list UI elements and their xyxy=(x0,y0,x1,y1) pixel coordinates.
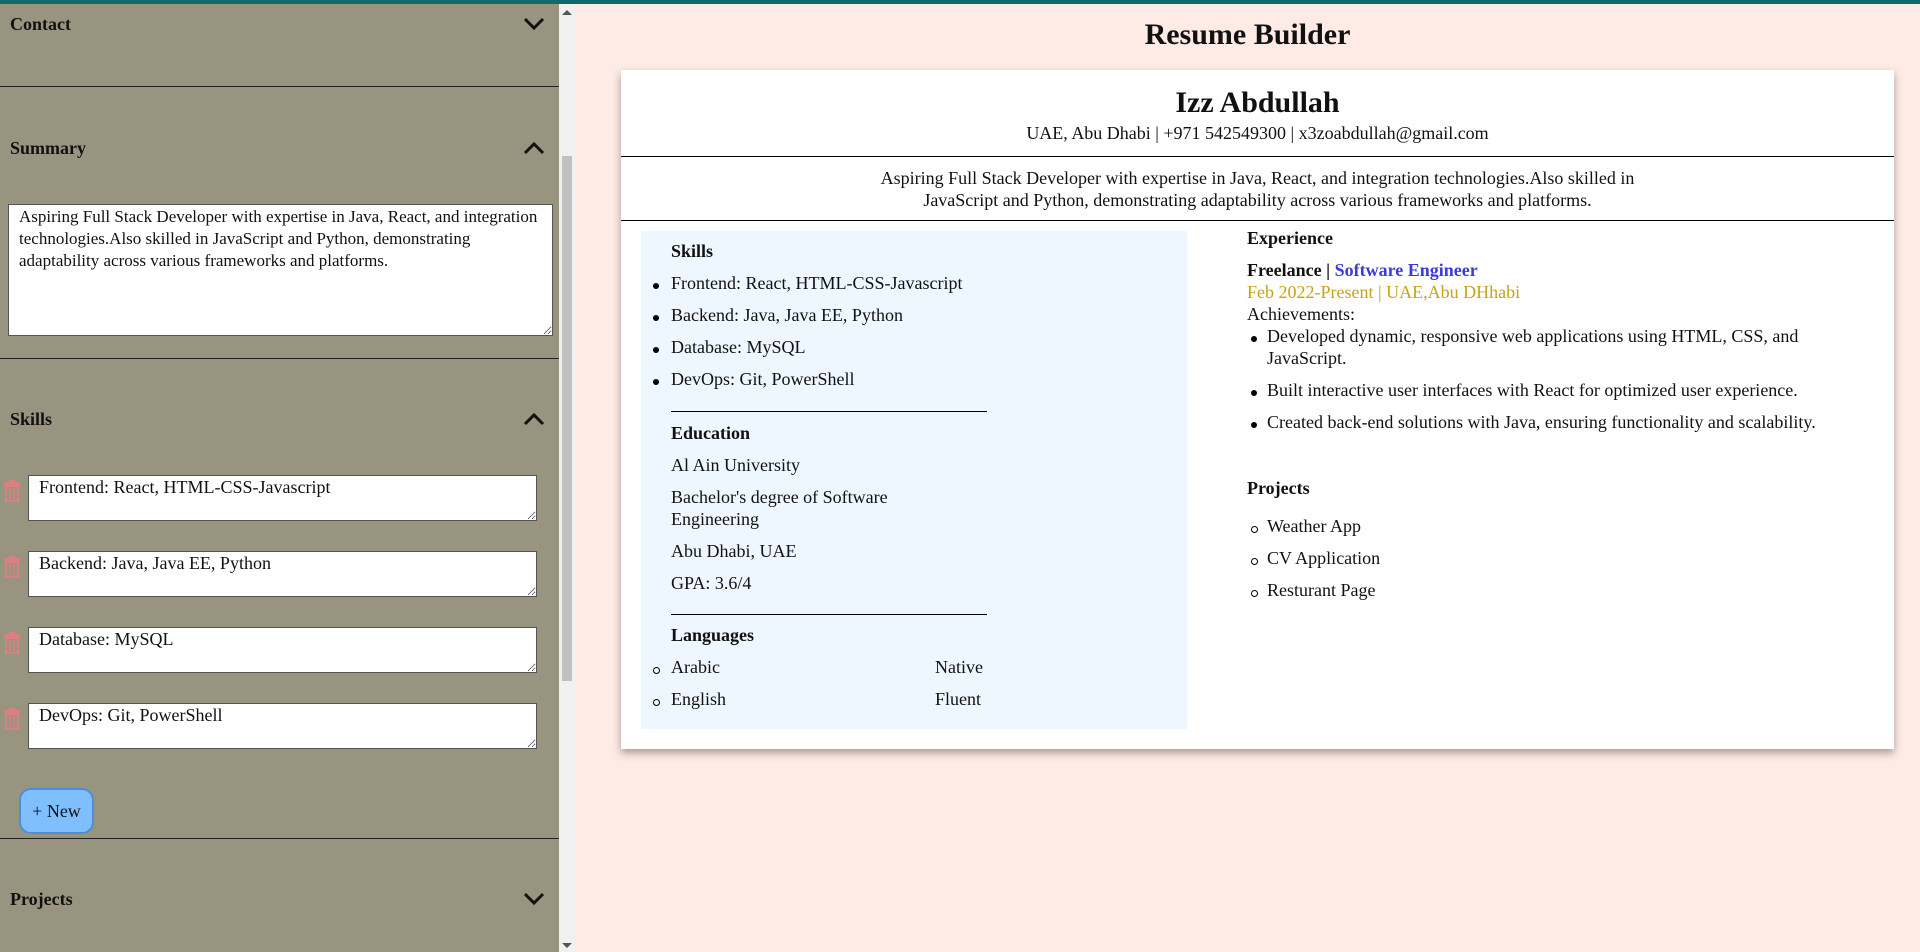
column-divider xyxy=(671,411,987,412)
achievement-item: Created back-end solutions with Java, en… xyxy=(1267,412,1816,432)
language-level: Fluent xyxy=(935,689,982,709)
achievement-item: JavaScript. xyxy=(1267,348,1347,368)
achievement-item: Built interactive user interfaces with R… xyxy=(1267,380,1798,400)
education-school: Al Ain University xyxy=(671,455,800,475)
editor-sidebar: Contact Summary Aspiring Full Stack Deve… xyxy=(0,4,559,952)
resume-skill-item: DevOps: Git, PowerShell xyxy=(671,369,855,389)
section-title-skills: Skills xyxy=(10,408,53,429)
sidebar-scrollbar[interactable] xyxy=(559,4,575,952)
project-item: Weather App xyxy=(1267,516,1362,536)
circle-bullet-icon xyxy=(653,699,660,706)
section-divider xyxy=(0,838,559,839)
language-level: Native xyxy=(935,657,983,677)
bullet-icon xyxy=(1251,390,1257,396)
trash-icon[interactable] xyxy=(3,632,21,654)
education-degree: Bachelor's degree of Software xyxy=(671,487,888,507)
section-divider xyxy=(0,86,559,87)
section-header-summary[interactable]: Summary xyxy=(0,128,559,168)
section-header-skills[interactable]: Skills xyxy=(0,399,559,439)
resume-left-column: Skills Frontend: React, HTML-CSS-Javascr… xyxy=(641,231,1187,729)
bullet-icon xyxy=(653,315,659,321)
education-gpa: GPA: 3.6/4 xyxy=(671,573,752,593)
page-title: Resume Builder xyxy=(1144,18,1351,51)
chevron-up-icon[interactable] xyxy=(521,138,547,158)
scrollbar-thumb[interactable] xyxy=(562,156,572,681)
education-heading: Education xyxy=(671,423,751,443)
education-degree: Engineering xyxy=(671,509,759,529)
projects-heading: Projects xyxy=(1247,478,1310,498)
resume-skill-item: Backend: Java, Java EE, Python xyxy=(671,305,903,325)
resume-summary-line: Aspiring Full Stack Developer with exper… xyxy=(880,168,1635,188)
bullet-icon xyxy=(653,379,659,385)
column-divider xyxy=(671,614,987,615)
resume-divider xyxy=(621,220,1894,221)
skill-input[interactable]: DevOps: Git, PowerShell xyxy=(28,703,537,749)
skill-row: Backend: Java, Java EE, Python xyxy=(0,551,559,597)
experience-dates: Feb 2022-Present | UAE,Abu DHhabi xyxy=(1247,282,1521,302)
summary-textarea[interactable]: Aspiring Full Stack Developer with exper… xyxy=(8,204,553,336)
skill-row: Database: MySQL xyxy=(0,627,559,673)
skill-input[interactable]: Backend: Java, Java EE, Python xyxy=(28,551,537,597)
scroll-up-arrow-icon[interactable] xyxy=(562,10,572,15)
experience-company: Freelance xyxy=(1247,260,1322,280)
trash-icon[interactable] xyxy=(3,556,21,578)
skill-input[interactable]: Frontend: React, HTML-CSS-Javascript xyxy=(28,475,537,521)
circle-bullet-icon xyxy=(1251,558,1258,565)
circle-bullet-icon xyxy=(1251,590,1258,597)
scroll-down-arrow-icon[interactable] xyxy=(562,943,572,948)
section-header-projects[interactable]: Projects xyxy=(0,879,559,919)
skill-row: Frontend: React, HTML-CSS-Javascript xyxy=(0,475,559,521)
chevron-down-icon[interactable] xyxy=(521,14,547,34)
section-title-contact: Contact xyxy=(10,13,71,34)
chevron-up-icon[interactable] xyxy=(521,409,547,429)
trash-icon[interactable] xyxy=(3,480,21,502)
resume-skill-item: Database: MySQL xyxy=(671,337,806,357)
experience-role: Software Engineer xyxy=(1334,260,1478,280)
skill-input[interactable]: Database: MySQL xyxy=(28,627,537,673)
project-item: Resturant Page xyxy=(1267,580,1376,600)
bullet-icon xyxy=(1251,336,1257,342)
language-name: Arabic xyxy=(671,657,720,677)
resume-summary: Aspiring Full Stack Developer with exper… xyxy=(851,167,1664,211)
circle-bullet-icon xyxy=(653,667,660,674)
resume-name: Izz Abdullah xyxy=(1175,86,1340,119)
resume-summary-line: JavaScript and Python, demonstrating ada… xyxy=(923,190,1592,210)
languages-heading: Languages xyxy=(671,625,755,645)
resume-skill-item: Frontend: React, HTML-CSS-Javascript xyxy=(671,273,963,293)
bullet-icon xyxy=(1251,422,1257,428)
resume-divider xyxy=(621,156,1894,157)
skills-heading: Skills xyxy=(671,241,714,261)
section-divider xyxy=(0,358,559,359)
chevron-down-icon[interactable] xyxy=(521,889,547,909)
experience-heading: Experience xyxy=(1247,228,1333,248)
resume-preview: Izz Abdullah UAE, Abu Dhabi | +971 54254… xyxy=(621,70,1894,749)
section-header-contact[interactable]: Contact xyxy=(0,4,559,44)
experience-separator: | xyxy=(1326,260,1331,280)
circle-bullet-icon xyxy=(1251,526,1258,533)
achievements-label: Achievements: xyxy=(1247,304,1355,324)
bullet-icon xyxy=(653,283,659,289)
achievement-item: Developed dynamic, responsive web applic… xyxy=(1267,326,1799,346)
experience-title-line: Freelance | Software Engineer xyxy=(1247,260,1478,281)
education-location: Abu Dhabi, UAE xyxy=(671,541,797,561)
section-title-projects: Projects xyxy=(10,888,73,909)
bullet-icon xyxy=(653,347,659,353)
language-name: English xyxy=(671,689,727,709)
section-title-summary: Summary xyxy=(10,137,86,158)
skill-row: DevOps: Git, PowerShell xyxy=(0,703,559,749)
add-skill-button[interactable]: + New xyxy=(19,788,94,834)
resume-contact: UAE, Abu Dhabi | +971 542549300 | x3zoab… xyxy=(1026,123,1489,143)
project-item: CV Application xyxy=(1267,548,1381,568)
trash-icon[interactable] xyxy=(3,708,21,730)
